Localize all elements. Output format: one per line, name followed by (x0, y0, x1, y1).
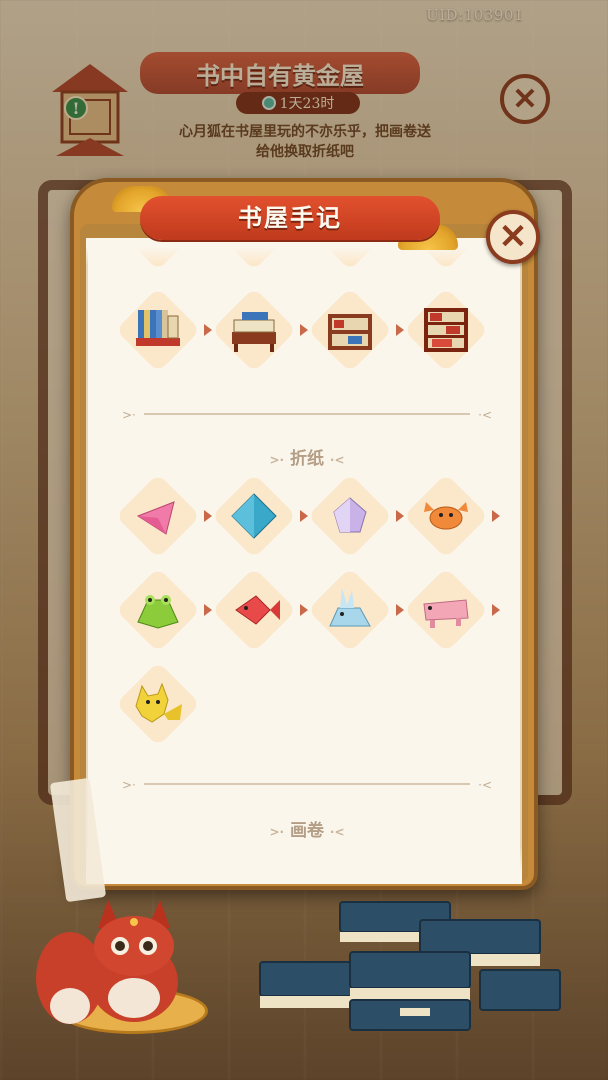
item-book-stack-small[interactable] (114, 286, 202, 374)
section-label-origami: 折纸 (290, 449, 324, 469)
dialog-content: >· ·< >· 折纸 ·< >· ·< >· 画卷 ·< (86, 238, 522, 884)
purple-flower-icon (333, 497, 367, 533)
content-fade-bottom (86, 846, 522, 884)
item-origami-diamond[interactable] (210, 472, 298, 560)
item-origami-frog[interactable] (114, 566, 202, 654)
section-divider: >· ·< (122, 778, 492, 792)
scroll-rack-icon (232, 312, 276, 352)
book-stack-icon (259, 901, 561, 1031)
section-title-scrolls: >· 画卷 ·< (269, 821, 345, 841)
blue-diamond-icon (231, 493, 277, 539)
item-book-shelf-low[interactable] (306, 286, 394, 374)
dialog-title: 书屋手记 (238, 203, 342, 232)
close-icon[interactable]: ✕ (486, 210, 540, 264)
pink-triangle-icon (136, 501, 175, 535)
section-divider: >· ·< (122, 408, 492, 422)
item-origami-pig[interactable] (402, 566, 490, 654)
item-scroll-rack[interactable] (210, 286, 298, 374)
item-origami-cat[interactable] (114, 660, 202, 748)
books-icon (136, 310, 180, 346)
item-origami-rabbit[interactable] (306, 566, 394, 654)
frog-icon (137, 595, 179, 629)
arrow-icon (492, 604, 500, 616)
crab-icon (424, 502, 468, 530)
fox-mascot-icon (36, 900, 178, 1024)
section-title-origami: >· 折纸 ·< (269, 449, 345, 469)
fish-icon (235, 595, 280, 625)
item-origami-fish[interactable] (210, 566, 298, 654)
item-origami-triangle[interactable] (114, 472, 202, 560)
item-book-cabinet[interactable] (402, 286, 490, 374)
section-label-scrolls: 画卷 (290, 821, 324, 841)
shelf-icon (328, 314, 372, 350)
rabbit-icon (329, 588, 371, 627)
item-origami-flower[interactable] (306, 472, 394, 560)
item-origami-crab[interactable] (402, 472, 490, 560)
pig-icon (423, 599, 469, 628)
cat-icon (135, 682, 182, 723)
cabinet-icon (424, 308, 468, 352)
arrow-icon (492, 510, 500, 522)
